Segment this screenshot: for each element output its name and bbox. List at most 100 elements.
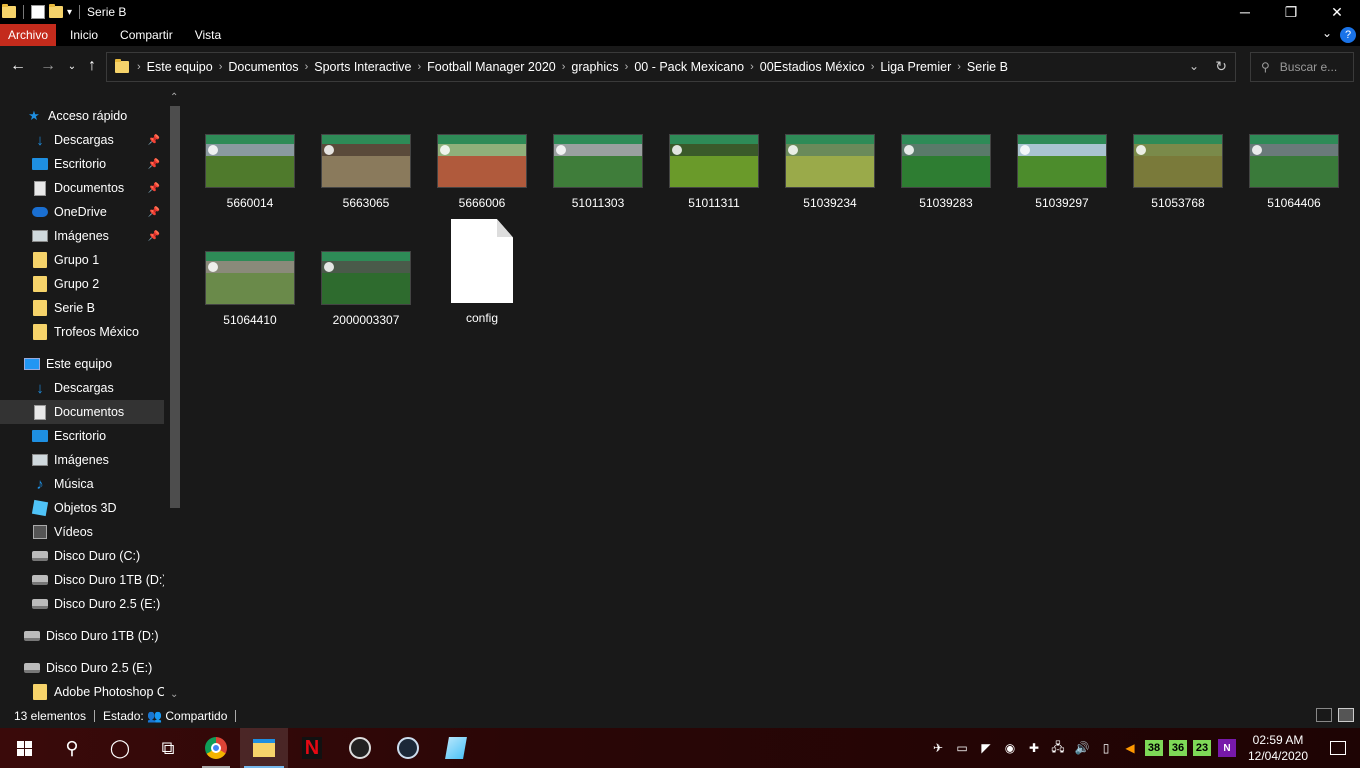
breadcrumb-item[interactable]: Football Manager 2020 bbox=[427, 60, 556, 74]
file-item[interactable]: 51011303 bbox=[542, 134, 654, 244]
recent-locations-button[interactable]: ⌄ bbox=[62, 56, 82, 76]
new-folder-icon[interactable] bbox=[49, 4, 63, 18]
close-button[interactable]: ✕ bbox=[1314, 0, 1360, 24]
windows-start-icon[interactable] bbox=[0, 728, 48, 768]
nav-escritorio-quick[interactable]: Escritorio 📌 bbox=[0, 152, 164, 176]
clock[interactable]: 02:59 AM 12/04/2020 bbox=[1240, 732, 1316, 764]
nav-documentos[interactable]: Documentos bbox=[0, 400, 164, 424]
tab-compartir[interactable]: Compartir bbox=[112, 24, 181, 46]
sidebar-scrollbar[interactable]: ⌃ ⌄ bbox=[168, 92, 180, 700]
onenote-icon[interactable]: N bbox=[1218, 739, 1236, 757]
chevron-right-icon[interactable]: › bbox=[871, 61, 875, 73]
steam-tray-icon[interactable]: ◉ bbox=[998, 728, 1022, 768]
file-item[interactable]: 5660014 bbox=[194, 134, 306, 244]
chevron-right-icon[interactable]: › bbox=[418, 61, 422, 73]
notification-center-icon[interactable] bbox=[1316, 728, 1360, 768]
app-icon[interactable] bbox=[432, 728, 480, 768]
nav-documentos-quick[interactable]: Documentos 📌 bbox=[0, 176, 164, 200]
address-dropdown-icon[interactable]: ⌄ bbox=[1189, 59, 1199, 73]
nav-descargas-quick[interactable]: ↓ Descargas 📌 bbox=[0, 128, 164, 152]
address-bar[interactable]: › Este equipo › Documentos › Sports Inte… bbox=[106, 52, 1236, 82]
pin-icon[interactable]: 📌 bbox=[148, 135, 160, 146]
nav-grupo-1[interactable]: Grupo 1 bbox=[0, 248, 164, 272]
pin-icon[interactable]: 📌 bbox=[148, 207, 160, 218]
nvidia-icon[interactable]: ◤ bbox=[974, 728, 998, 768]
temperature-badge[interactable]: 23 bbox=[1193, 740, 1211, 756]
properties-icon[interactable] bbox=[31, 5, 45, 19]
breadcrumb-item[interactable]: graphics bbox=[571, 60, 618, 74]
refresh-icon[interactable]: ↻ bbox=[1215, 58, 1227, 75]
file-item[interactable]: 51039297 bbox=[1006, 134, 1118, 244]
breadcrumb-item[interactable]: Sports Interactive bbox=[314, 60, 411, 74]
folder-icon[interactable] bbox=[2, 4, 16, 18]
file-item[interactable]: config bbox=[426, 219, 538, 361]
nav-videos[interactable]: Vídeos bbox=[0, 520, 164, 544]
steam-icon[interactable] bbox=[384, 728, 432, 768]
nav-acceso-rapido[interactable]: ★ Acceso rápido bbox=[0, 104, 164, 128]
file-item[interactable]: 51039234 bbox=[774, 134, 886, 244]
breadcrumb-item[interactable]: Serie B bbox=[967, 60, 1008, 74]
file-item[interactable]: 51039283 bbox=[890, 134, 1002, 244]
temperature-badge[interactable]: 38 bbox=[1145, 740, 1163, 756]
nav-imagenes[interactable]: Imágenes bbox=[0, 448, 164, 472]
expand-ribbon-icon[interactable]: ⌄ bbox=[1322, 26, 1332, 40]
breadcrumb-item[interactable]: Documentos bbox=[228, 60, 298, 74]
nav-escritorio[interactable]: Escritorio bbox=[0, 424, 164, 448]
nav-disco-d-root[interactable]: Disco Duro 1TB (D:) bbox=[0, 624, 164, 648]
security-icon[interactable]: ✚ bbox=[1022, 728, 1046, 768]
tab-inicio[interactable]: Inicio bbox=[62, 24, 106, 46]
nav-onedrive[interactable]: OneDrive 📌 bbox=[0, 200, 164, 224]
nav-grupo-2[interactable]: Grupo 2 bbox=[0, 272, 164, 296]
back-button[interactable]: ← bbox=[8, 56, 28, 76]
search-input[interactable] bbox=[1279, 60, 1344, 74]
usb-icon[interactable]: ▯ bbox=[1094, 728, 1118, 768]
search-box[interactable]: ⚲ bbox=[1250, 52, 1354, 82]
details-view-icon[interactable] bbox=[1316, 708, 1332, 722]
breadcrumb-item[interactable]: 00 - Pack Mexicano bbox=[634, 60, 744, 74]
netflix-icon[interactable]: N bbox=[288, 728, 336, 768]
nav-objetos-3d[interactable]: Objetos 3D bbox=[0, 496, 164, 520]
nav-disco-c[interactable]: Disco Duro (C:) bbox=[0, 544, 164, 568]
pin-icon[interactable]: 📌 bbox=[148, 183, 160, 194]
volume-icon[interactable]: 🔊 bbox=[1070, 728, 1094, 768]
large-icons-view-icon[interactable] bbox=[1338, 708, 1354, 722]
chevron-down-icon[interactable]: ▾ bbox=[67, 7, 72, 18]
chevron-right-icon[interactable]: › bbox=[219, 61, 223, 73]
cortana-icon[interactable]: ◯ bbox=[96, 728, 144, 768]
help-icon[interactable]: ? bbox=[1340, 27, 1356, 43]
pin-icon[interactable]: 📌 bbox=[148, 159, 160, 170]
nav-serie-b[interactable]: Serie B bbox=[0, 296, 164, 320]
chevron-right-icon[interactable]: › bbox=[562, 61, 566, 73]
file-item[interactable]: 51064406 bbox=[1238, 134, 1350, 244]
chevron-right-icon[interactable]: › bbox=[305, 61, 309, 73]
file-item[interactable]: 5663065 bbox=[310, 134, 422, 244]
nav-disco-d[interactable]: Disco Duro 1TB (D:) bbox=[0, 568, 164, 592]
obs-icon[interactable] bbox=[336, 728, 384, 768]
nav-disco-e-root[interactable]: Disco Duro 2.5 (E:) bbox=[0, 656, 164, 680]
nav-trofeos-mexico[interactable]: Trofeos México bbox=[0, 320, 164, 344]
task-view-icon[interactable]: ⧉ bbox=[144, 728, 192, 768]
tab-vista[interactable]: Vista bbox=[187, 24, 229, 46]
chevron-right-icon[interactable]: › bbox=[750, 61, 754, 73]
search-icon[interactable]: ⚲ bbox=[48, 728, 96, 768]
scroll-up-icon[interactable]: ⌃ bbox=[170, 92, 178, 103]
file-item[interactable]: 51064410 bbox=[194, 251, 306, 361]
nav-descargas[interactable]: ↓ Descargas bbox=[0, 376, 164, 400]
temperature-badge[interactable]: 36 bbox=[1169, 740, 1187, 756]
file-item[interactable]: 51011311 bbox=[658, 134, 770, 244]
breadcrumb-item[interactable]: Este equipo bbox=[147, 60, 213, 74]
airplane-icon[interactable]: ✈ bbox=[926, 728, 950, 768]
file-item[interactable]: 2000003307 bbox=[310, 251, 422, 361]
up-button[interactable]: ↑ bbox=[82, 56, 102, 76]
chevron-right-icon[interactable]: › bbox=[957, 61, 961, 73]
breadcrumb-item[interactable]: Liga Premier bbox=[880, 60, 951, 74]
tab-archivo[interactable]: Archivo bbox=[0, 24, 57, 46]
minimize-button[interactable]: ─ bbox=[1222, 0, 1268, 24]
nav-imagenes-quick[interactable]: Imágenes 📌 bbox=[0, 224, 164, 248]
scroll-down-icon[interactable]: ⌄ bbox=[170, 689, 178, 700]
maximize-button[interactable]: ❐ bbox=[1268, 0, 1314, 24]
nav-musica[interactable]: ♪ Música bbox=[0, 472, 164, 496]
chrome-icon[interactable] bbox=[192, 728, 240, 768]
chevron-right-icon[interactable]: › bbox=[625, 61, 629, 73]
nav-adobe-photoshop[interactable]: Adobe Photoshop CS bbox=[0, 680, 164, 704]
